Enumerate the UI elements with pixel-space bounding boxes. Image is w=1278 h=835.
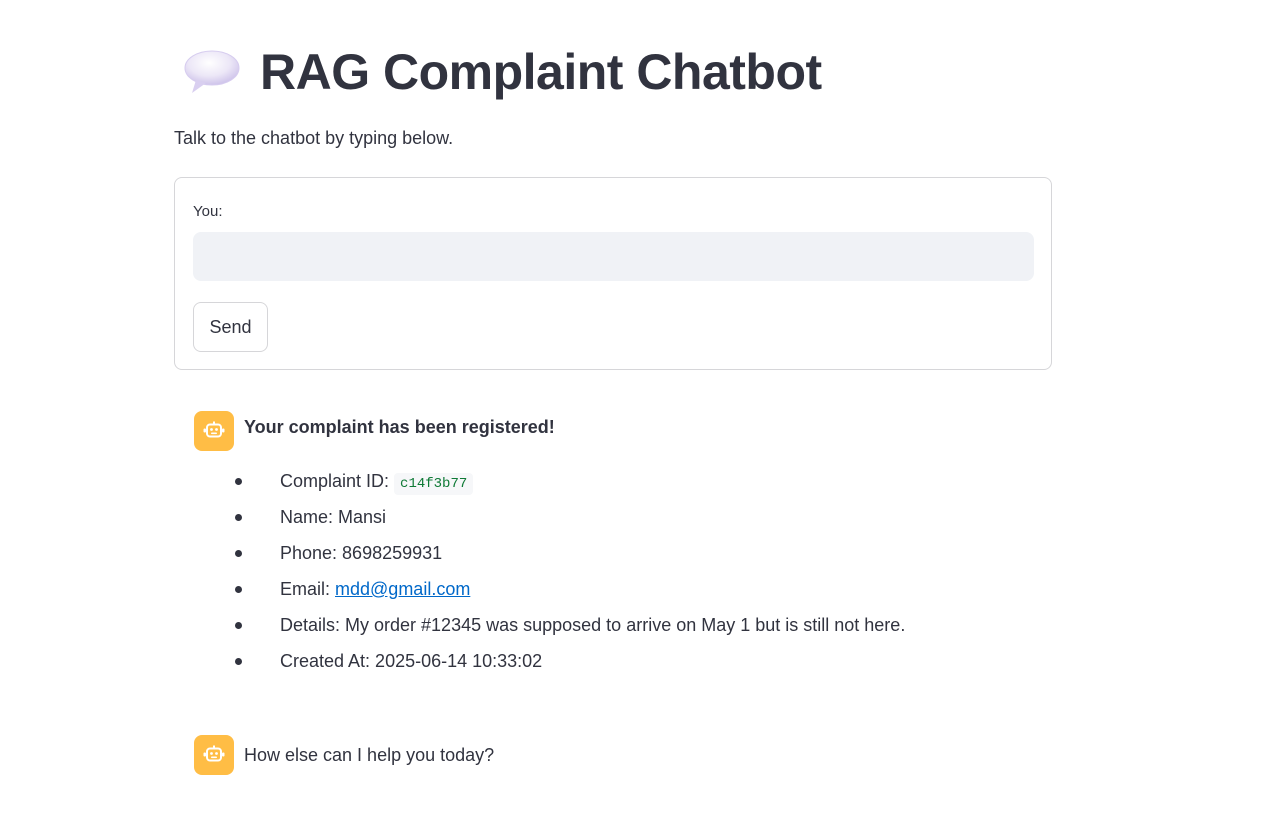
message-content: How else can I help you today? (244, 735, 1024, 775)
message-input[interactable] (193, 232, 1034, 281)
assistant-avatar (194, 735, 234, 775)
send-button[interactable]: Send (193, 302, 268, 352)
list-item-email: Email: mdd@gmail.com (230, 571, 905, 607)
assistant-avatar (194, 411, 234, 451)
chat-message: Your complaint has been registered! Comp… (194, 411, 1034, 681)
chat-message: How else can I help you today? (194, 735, 1034, 775)
robot-icon (203, 745, 225, 762)
complaint-id-label: Complaint ID: (280, 471, 395, 491)
speech-balloon-icon (184, 50, 240, 93)
complaint-id-code: c14f3b77 (394, 473, 474, 495)
email-link[interactable]: mdd@gmail.com (335, 579, 470, 599)
list-item-name: Name: Mansi (230, 499, 905, 535)
message-content: Your complaint has been registered! (244, 411, 1024, 443)
list-item-complaint-id: Complaint ID: c14f3b77 (230, 463, 905, 499)
complaint-details-list: Complaint ID: c14f3b77 Name: Mansi Phone… (230, 463, 905, 679)
email-label: Email: (280, 579, 336, 599)
message-heading: Your complaint has been registered! (244, 417, 555, 437)
list-item-phone: Phone: 8698259931 (230, 535, 905, 571)
input-label: You: (193, 203, 223, 220)
message-text: How else can I help you today? (244, 745, 495, 765)
page-subtitle: Talk to the chatbot by typing below. (174, 128, 454, 148)
page-header: RAG Complaint Chatbot (182, 40, 822, 104)
page-title: RAG Complaint Chatbot (260, 44, 822, 100)
list-item-created-at: Created At: 2025-06-14 10:33:02 (230, 643, 905, 679)
list-item-details: Details: My order #12345 was supposed to… (230, 607, 905, 643)
robot-icon (203, 421, 225, 438)
chat-input-form: You: Send (174, 177, 1052, 370)
